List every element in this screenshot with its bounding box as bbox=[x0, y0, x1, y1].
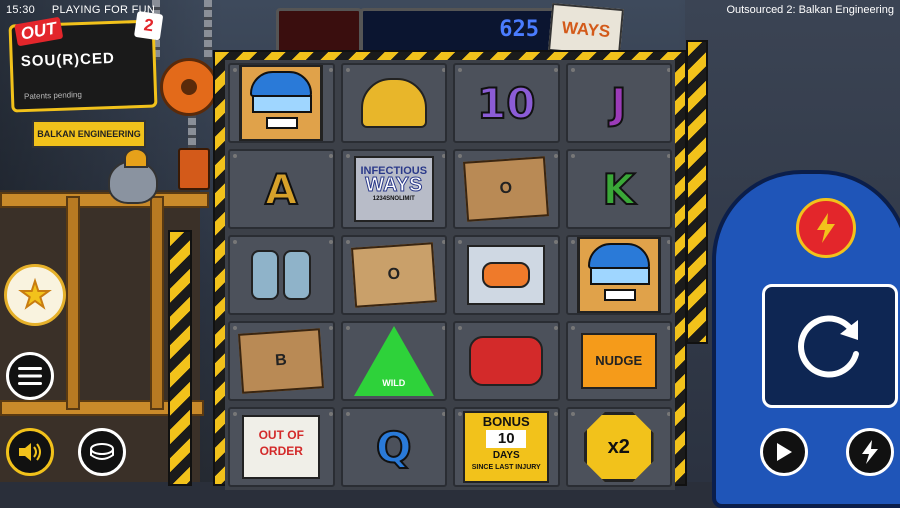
bonus-days: DAYS bbox=[492, 450, 520, 461]
reel-cell: 10 bbox=[453, 63, 560, 143]
reel-area: 10 J A INFECTIOUS WAYS 1234SNOLIMIT O K bbox=[225, 60, 675, 490]
bonus-label: BONUS bbox=[482, 414, 530, 429]
multiplier-symbol: x2 bbox=[583, 412, 654, 482]
status-left: 15:30 PLAYING FOR FUN bbox=[6, 4, 155, 16]
reel-cell bbox=[453, 321, 560, 401]
spin-arrow-icon bbox=[798, 315, 859, 378]
pigeon-mascot bbox=[108, 148, 158, 204]
coins-icon bbox=[90, 443, 114, 460]
reel-cell: NUDGE bbox=[565, 321, 672, 401]
reel-cell bbox=[228, 235, 335, 315]
hook-weight bbox=[178, 148, 210, 190]
out-of-order-symbol: OUT OF ORDER bbox=[242, 415, 321, 479]
bet-button[interactable] bbox=[78, 428, 126, 476]
game-logo: OUT SOU(R)CED 2 Patents pending bbox=[8, 11, 164, 113]
autoplay-button[interactable] bbox=[760, 428, 808, 476]
bonus-since: SINCE LAST INJURY bbox=[471, 464, 541, 471]
nudge-symbol: NUDGE bbox=[580, 333, 657, 389]
sound-button[interactable] bbox=[6, 428, 54, 476]
reel-cell: WILD bbox=[340, 321, 447, 401]
reel-cell: OUT OF ORDER bbox=[228, 407, 335, 487]
box-o-symbol: O bbox=[463, 156, 550, 222]
scaffold-post bbox=[150, 196, 164, 410]
worker-face-symbol bbox=[239, 65, 324, 141]
clock: 15:30 bbox=[6, 4, 36, 16]
reel-cell: x2 bbox=[565, 407, 672, 487]
infectious-ways-symbol: INFECTIOUS WAYS 1234SNOLIMIT bbox=[353, 156, 434, 222]
box-b-symbol: B bbox=[238, 328, 325, 394]
glove-symbol bbox=[467, 245, 546, 305]
bolt-icon bbox=[817, 213, 835, 243]
hazard-stripe-left bbox=[168, 230, 192, 486]
reel-cell bbox=[340, 63, 447, 143]
reel-grid: 10 J A INFECTIOUS WAYS 1234SNOLIMIT O K bbox=[225, 60, 675, 490]
reel-cell: INFECTIOUS WAYS 1234SNOLIMIT bbox=[340, 149, 447, 229]
reel-cell: BONUS 10 DAYS SINCE LAST INJURY bbox=[453, 407, 560, 487]
worker-face-symbol bbox=[576, 237, 661, 313]
wild-symbol: WILD bbox=[353, 326, 434, 396]
turbo-button[interactable] bbox=[846, 428, 894, 476]
bonus-symbol: BONUS 10 DAYS SINCE LAST INJURY bbox=[463, 411, 550, 483]
menu-button[interactable] bbox=[6, 352, 54, 400]
favorite-button[interactable]: ★ bbox=[4, 264, 66, 326]
pulley bbox=[160, 58, 218, 116]
reel-cell bbox=[565, 235, 672, 315]
logo-sourced: SOU(R)CED bbox=[20, 49, 116, 71]
wild-label: WILD bbox=[382, 378, 406, 388]
logo-patent: Patents pending bbox=[23, 90, 82, 102]
star-icon: ★ bbox=[18, 273, 52, 316]
feature-button[interactable] bbox=[796, 198, 856, 258]
reel-cell: J bbox=[565, 63, 672, 143]
reel-cell: Q bbox=[340, 407, 447, 487]
ten-symbol: 10 bbox=[476, 78, 536, 129]
bolt-icon bbox=[862, 440, 878, 464]
speaker-icon bbox=[19, 443, 41, 461]
play-icon bbox=[777, 443, 792, 461]
q-symbol: Q bbox=[375, 422, 413, 473]
box-o-symbol: O bbox=[350, 242, 437, 308]
status-bar: 15:30 PLAYING FOR FUN Outsourced 2: Balk… bbox=[0, 0, 900, 22]
reel-frame: 10 J A INFECTIOUS WAYS 1234SNOLIMIT O K bbox=[213, 50, 687, 490]
bonus-number: 10 bbox=[486, 430, 527, 448]
scaffold-post bbox=[66, 196, 80, 410]
play-mode: PLAYING FOR FUN bbox=[51, 4, 156, 16]
menu-icon bbox=[18, 367, 42, 385]
j-symbol: J bbox=[610, 78, 628, 129]
gamepad-symbol bbox=[469, 336, 544, 386]
reel-cell bbox=[453, 235, 560, 315]
game-title: Outsourced 2: Balkan Engineering bbox=[726, 4, 894, 16]
reel-cell: A bbox=[228, 149, 335, 229]
cans-symbol bbox=[251, 250, 312, 300]
scaffold-beam bbox=[0, 192, 209, 208]
reel-cell: O bbox=[340, 235, 447, 315]
hazard-stripe-right bbox=[686, 40, 708, 344]
reel-cell: K bbox=[565, 149, 672, 229]
helmet-symbol bbox=[360, 78, 427, 128]
reel-cell bbox=[228, 63, 335, 143]
reel-cell: B bbox=[228, 321, 335, 401]
logo-subtitle-sign: BALKAN ENGINEERING bbox=[32, 120, 146, 148]
ways-label-small: WAYS bbox=[365, 174, 423, 196]
spin-button[interactable] bbox=[762, 284, 898, 408]
k-symbol: K bbox=[601, 164, 636, 215]
a-symbol: A bbox=[264, 164, 298, 215]
reel-cell: O bbox=[453, 149, 560, 229]
